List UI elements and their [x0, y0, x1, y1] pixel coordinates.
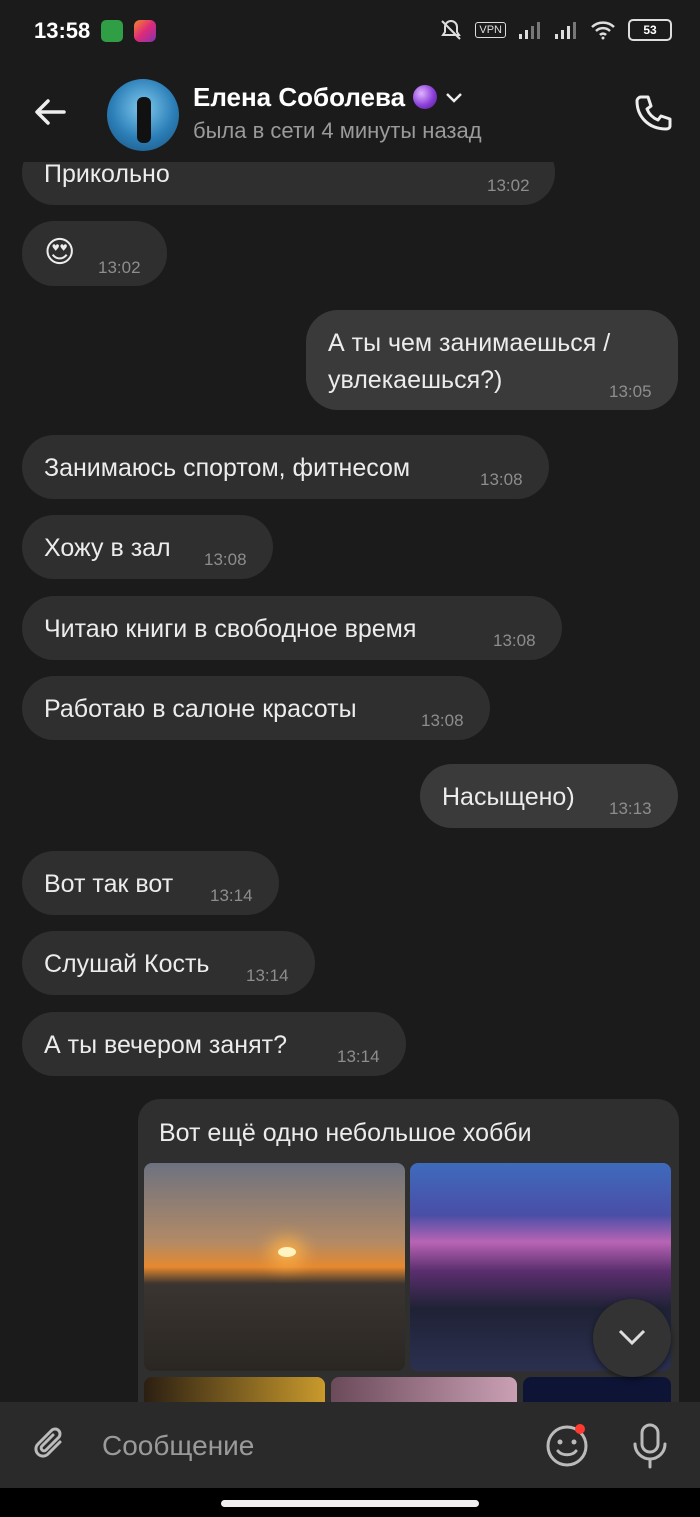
message-text: Занимаюсь спортом, фитнесом	[44, 454, 411, 482]
contact-name-text: Елена Соболева	[193, 82, 406, 112]
message-bubble-outgoing[interactable]: А ты чем занимаешься / увлекаешься?) 13:…	[306, 310, 678, 410]
message-bubble[interactable]: Работаю в салоне красоты 13:08	[22, 676, 490, 740]
message-time: 13:14	[210, 886, 253, 905]
signal-icon-2	[555, 22, 576, 39]
instagram-icon	[134, 20, 156, 42]
message-time: 13:02	[98, 258, 141, 277]
chevron-down-icon[interactable]	[445, 92, 463, 104]
wifi-icon	[591, 21, 615, 40]
message-text: Хожу в зал	[44, 534, 171, 562]
message-text: Прикольно	[44, 160, 170, 188]
message-text: А ты вечером занят?	[44, 1031, 287, 1059]
microphone-icon[interactable]	[630, 1422, 670, 1470]
message-emoji: 😍	[44, 236, 76, 269]
back-arrow-icon[interactable]	[30, 92, 70, 132]
message-bubble[interactable]: Читаю книги в свободное время 13:08	[22, 596, 562, 660]
message-time: 13:14	[337, 1047, 380, 1066]
message-time: 13:02	[487, 176, 530, 195]
photo-sunset[interactable]	[144, 1163, 405, 1371]
contact-status: была в сети 4 минуты назад	[193, 118, 482, 143]
contact-name[interactable]: Елена Соболева	[193, 82, 463, 113]
message-text-line1: А ты чем занимаешься /	[328, 329, 611, 357]
message-bubble[interactable]: Слушай Кость 13:14	[22, 931, 315, 995]
message-time: 13:08	[480, 470, 523, 489]
scroll-down-button[interactable]	[593, 1299, 671, 1377]
notification-dot	[575, 1424, 585, 1434]
message-text: Насыщено)	[442, 783, 575, 811]
bell-muted-icon	[441, 19, 462, 40]
home-indicator[interactable]	[221, 1500, 479, 1507]
message-composer	[0, 1402, 700, 1488]
chat-header: Елена Соболева была в сети 4 минуты наза…	[0, 64, 700, 162]
message-time: 13:13	[609, 799, 652, 818]
vpn-badge: VPN	[475, 22, 506, 38]
message-time: 13:08	[204, 550, 247, 569]
status-time: 13:58	[34, 18, 91, 43]
chevron-down-icon	[618, 1329, 646, 1346]
crystal-ball-emoji	[413, 85, 438, 109]
status-icons: VPN 53	[439, 18, 672, 42]
battery-indicator: 53	[628, 19, 672, 41]
message-text: Работаю в салоне красоты	[44, 695, 357, 723]
message-bubble[interactable]: Вот так вот 13:14	[22, 851, 279, 915]
message-time: 13:08	[493, 631, 536, 650]
message-bubble[interactable]: Хожу в зал 13:08	[22, 515, 273, 579]
status-bar: 13:58 VPN 53	[0, 0, 700, 64]
navigation-bar	[0, 1488, 700, 1517]
message-time: 13:05	[609, 382, 652, 401]
avatar[interactable]	[107, 79, 179, 151]
message-bubble[interactable]: А ты вечером занят? 13:14	[22, 1012, 406, 1076]
message-bubble[interactable]: 😍 13:02	[22, 221, 167, 286]
message-time: 13:14	[246, 966, 289, 985]
photo-caption: Вот ещё одно небольшое хобби	[159, 1119, 532, 1147]
message-bubble-outgoing[interactable]: Насыщено) 13:13	[420, 764, 678, 828]
phone-icon[interactable]	[632, 92, 674, 134]
message-text: Вот так вот	[44, 870, 174, 898]
message-time: 13:08	[421, 711, 464, 730]
message-text: Слушай Кость	[44, 950, 210, 978]
paperclip-icon[interactable]	[30, 1424, 72, 1466]
message-input[interactable]	[100, 1422, 524, 1470]
key-app-icon	[101, 20, 123, 42]
signal-icon	[519, 22, 540, 39]
message-text-line2: увлекаешься?)	[328, 366, 503, 394]
message-text: Читаю книги в свободное время	[44, 615, 417, 643]
photo-message[interactable]: Вот ещё одно небольшое хобби	[138, 1099, 679, 1419]
message-bubble[interactable]: Занимаюсь спортом, фитнесом 13:08	[22, 435, 549, 499]
